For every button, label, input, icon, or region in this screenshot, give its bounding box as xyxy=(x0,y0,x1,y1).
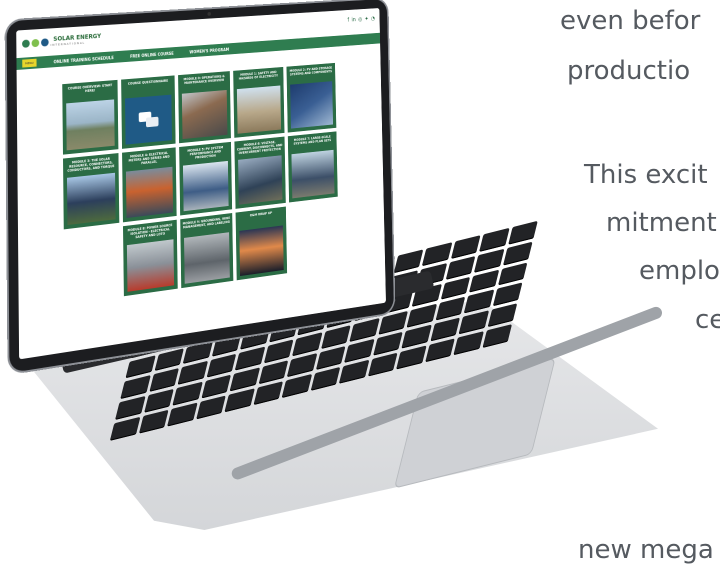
course-card[interactable]: MODULE 5: PV SYSTEM PERFORMANCE AND PROD… xyxy=(179,142,232,216)
keyboard-key xyxy=(344,339,374,363)
keyboard-key xyxy=(373,332,403,356)
keyboard-key xyxy=(479,228,509,252)
keyboard-key xyxy=(287,354,317,378)
keyboard-key xyxy=(315,346,345,370)
card-image xyxy=(290,81,333,128)
camera-icon xyxy=(207,12,210,16)
keyboard-key xyxy=(149,369,179,393)
course-card[interactable]: MODULE 3: THE SOLAR RESOURCE, CONNECTORS… xyxy=(63,153,119,229)
keyboard-key xyxy=(464,290,494,314)
keyboard-key xyxy=(120,376,150,400)
course-card[interactable]: COURSE OVERVIEW: START HERE! xyxy=(62,80,118,155)
logo-dot-blue xyxy=(41,38,49,46)
linkedin-icon[interactable]: in xyxy=(351,17,355,24)
keyboard-key xyxy=(125,355,155,379)
nav-womens-program[interactable]: WOMEN'S PROGRAM xyxy=(189,47,229,54)
instagram-icon[interactable]: ◎ xyxy=(358,16,362,22)
keyboard-key xyxy=(201,375,231,399)
card-image xyxy=(238,155,282,204)
card-image xyxy=(239,225,283,276)
card-image xyxy=(66,99,115,150)
keyboard-key xyxy=(430,318,460,342)
site-logo[interactable]: SOLAR ENERGY INTERNATIONAL xyxy=(22,34,101,49)
keyboard-key xyxy=(474,249,504,273)
keyboard-key xyxy=(292,333,322,357)
keyboard-key xyxy=(230,368,260,392)
logo-dot-green xyxy=(22,40,30,48)
keyboard-key xyxy=(115,396,145,420)
keyboard-key xyxy=(393,249,423,273)
keyboard-key xyxy=(435,297,465,321)
keyboard-key xyxy=(401,325,431,349)
card-image xyxy=(125,95,172,145)
keyboard-key xyxy=(177,361,207,385)
keyboard-key xyxy=(172,382,202,406)
nav-online-training-schedule[interactable]: ONLINE TRAINING SCHEDULE xyxy=(53,55,113,64)
rss-icon[interactable]: ◔ xyxy=(371,15,375,21)
laptop: SOLAR ENERGY INTERNATIONAL f in ◎ ✦ ◔ ME… xyxy=(0,0,720,553)
module-grid: COURSE OVERVIEW: START HERE! COURSE QUES… xyxy=(62,62,350,305)
keyboard-key xyxy=(206,354,236,378)
card-image xyxy=(291,150,334,199)
keyboard-key xyxy=(459,311,489,335)
keyboard-key xyxy=(445,256,475,280)
keyboard-key xyxy=(451,235,481,259)
keyboard-key xyxy=(440,276,470,300)
course-card[interactable]: MODULE 8: POWER SOURCE ISOLATION - ELECT… xyxy=(123,220,178,296)
grid-spacer xyxy=(64,227,120,305)
card-image xyxy=(182,90,228,139)
card-image xyxy=(67,173,116,225)
course-card[interactable]: COURSE QUESTIONNAIRE xyxy=(121,75,175,148)
course-card[interactable]: MODULE 2: PV AND STORAGE SYSTEMS AND COM… xyxy=(286,63,336,133)
social-links: f in ◎ ✦ ◔ xyxy=(347,15,375,23)
keyboard-key xyxy=(469,269,499,293)
nav-free-online-course[interactable]: FREE ONLINE COURSE xyxy=(130,50,174,58)
keyboard-key xyxy=(321,326,351,350)
course-card[interactable]: O&M WRAP UP xyxy=(236,207,288,281)
keyboard-key xyxy=(497,262,527,286)
keyboard-key xyxy=(258,361,288,385)
keyboard-key xyxy=(144,389,174,413)
course-card[interactable]: MODULE 6: VOLTAGE, CURRENT, DISCONNECTS,… xyxy=(234,137,285,209)
keyboard-key xyxy=(263,340,293,364)
menu-button[interactable]: MENU xyxy=(22,59,36,68)
keyboard-key xyxy=(492,283,522,307)
keyboard-key xyxy=(235,347,265,371)
keyboard-key xyxy=(503,242,533,266)
laptop-lid: SOLAR ENERGY INTERNATIONAL f in ◎ ✦ ◔ ME… xyxy=(7,0,394,373)
keyboard-key xyxy=(406,304,436,328)
keyboard-key xyxy=(422,242,452,266)
card-image xyxy=(237,85,281,133)
twitter-icon[interactable]: ✦ xyxy=(365,16,369,22)
logo-dot-light-green xyxy=(32,39,40,47)
facebook-icon[interactable]: f xyxy=(347,17,349,23)
course-card[interactable]: MODULE 4: ELECTRICAL METERS AND SERIES A… xyxy=(122,147,177,222)
course-card[interactable]: MODULE 1: SAFETY AND HAZARDS OF ELECTRIC… xyxy=(233,67,284,138)
card-image xyxy=(183,161,229,211)
keyboard-key xyxy=(508,221,538,245)
laptop-screen: SOLAR ENERGY INTERNATIONAL f in ◎ ✦ ◔ ME… xyxy=(16,8,386,359)
course-card[interactable]: MODULE 7: LARGE-SCALE SYSTEMS AND PLAN S… xyxy=(288,131,338,202)
chat-bubbles-icon xyxy=(139,111,159,128)
course-card[interactable]: MODULE 0: OPERATIONS & MAINTENANCE OVERV… xyxy=(178,71,231,143)
course-card[interactable]: MODULE 9: GROUNDING, WIRE MANAGEMENT, AN… xyxy=(180,213,233,288)
keyboard-key xyxy=(349,319,379,343)
card-image xyxy=(127,239,174,292)
card-image xyxy=(126,167,173,218)
keyboard-key xyxy=(378,311,408,335)
card-image xyxy=(184,232,230,284)
